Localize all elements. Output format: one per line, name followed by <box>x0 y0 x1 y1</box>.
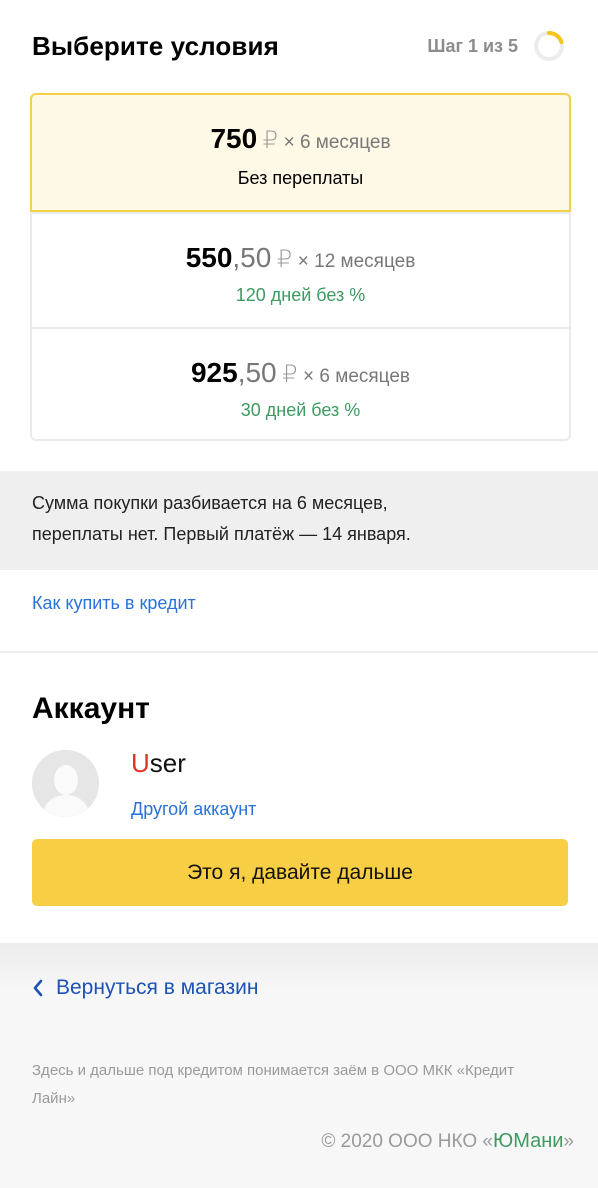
option-price: 750 ₽ × 6 месяцев <box>32 123 569 155</box>
option-price: 925,50 ₽ × 6 месяцев <box>30 357 571 389</box>
ruble-sign: ₽ <box>262 127 279 154</box>
option-amount-fraction: ,50 <box>237 357 277 388</box>
option-6-months[interactable]: 750 ₽ × 6 месяцев Без переплаты <box>30 93 571 212</box>
option-subtitle: Без переплаты <box>237 168 364 188</box>
payment-info: Сумма покупки разбивается на 6 месяцев, … <box>0 471 598 570</box>
ruble-sign: ₽ <box>282 361 298 388</box>
option-subtitle: 30 дней без % <box>240 400 361 420</box>
avatar <box>32 750 99 817</box>
confirm-continue-button[interactable]: Это я, давайте дальше <box>32 839 568 906</box>
option-6-months-30-days[interactable]: 925,50 ₽ × 6 месяцев 30 дней без % <box>30 327 571 443</box>
option-subtitle: 120 дней без % <box>235 285 366 305</box>
option-term: × 6 месяцев <box>283 132 391 153</box>
user-name-rest: ser <box>149 748 186 778</box>
chevron-left-icon <box>33 979 43 997</box>
copyright: © 2020 ООО НКО «ЮМани» <box>321 1130 574 1153</box>
option-amount: 750 <box>210 123 258 154</box>
copyright-prefix: © 2020 ООО НКО « <box>321 1131 493 1152</box>
user-name-initial: U <box>131 748 150 778</box>
copyright-suffix: » <box>563 1131 574 1152</box>
option-term: × 12 месяцев <box>297 251 416 272</box>
page-title: Выберите условия <box>32 30 279 61</box>
back-to-shop-link[interactable]: Вернуться в магазин <box>32 976 258 1000</box>
option-amount: 550 <box>185 242 233 273</box>
ruble-sign: ₽ <box>276 246 293 273</box>
user-silhouette-icon <box>32 750 99 817</box>
user-name: User <box>131 748 186 779</box>
credit-disclaimer: Здесь и дальше под кредитом понимается з… <box>32 1062 515 1107</box>
how-to-buy-credit-link[interactable]: Как купить в кредит <box>32 593 196 614</box>
header: Выберите условия Шаг 1 из 5 <box>32 26 566 66</box>
brand-name: ЮМани <box>492 1130 564 1152</box>
option-amount-fraction: ,50 <box>232 242 272 273</box>
payment-info-line: Сумма покупки разбивается на 6 месяцев, <box>32 493 388 513</box>
option-amount: 925 <box>190 357 238 388</box>
credit-options: 750 ₽ × 6 месяцев Без переплаты 550,50 ₽… <box>30 93 571 441</box>
back-to-shop-label: Вернуться в магазин <box>56 976 259 999</box>
account-title: Аккаунт <box>32 692 150 725</box>
option-term: × 6 месяцев <box>303 366 411 387</box>
progress-ring-icon <box>534 31 564 61</box>
divider <box>0 651 598 653</box>
payment-info-line: переплаты нет. Первый платёж — 14 января… <box>32 524 411 544</box>
step-label: Шаг 1 из 5 <box>427 35 518 56</box>
step-indicator: Шаг 1 из 5 <box>427 29 566 63</box>
other-account-link[interactable]: Другой аккаунт <box>131 799 256 820</box>
option-price: 550,50 ₽ × 12 месяцев <box>30 242 571 274</box>
option-12-months[interactable]: 550,50 ₽ × 12 месяцев 120 дней без % <box>30 212 571 327</box>
